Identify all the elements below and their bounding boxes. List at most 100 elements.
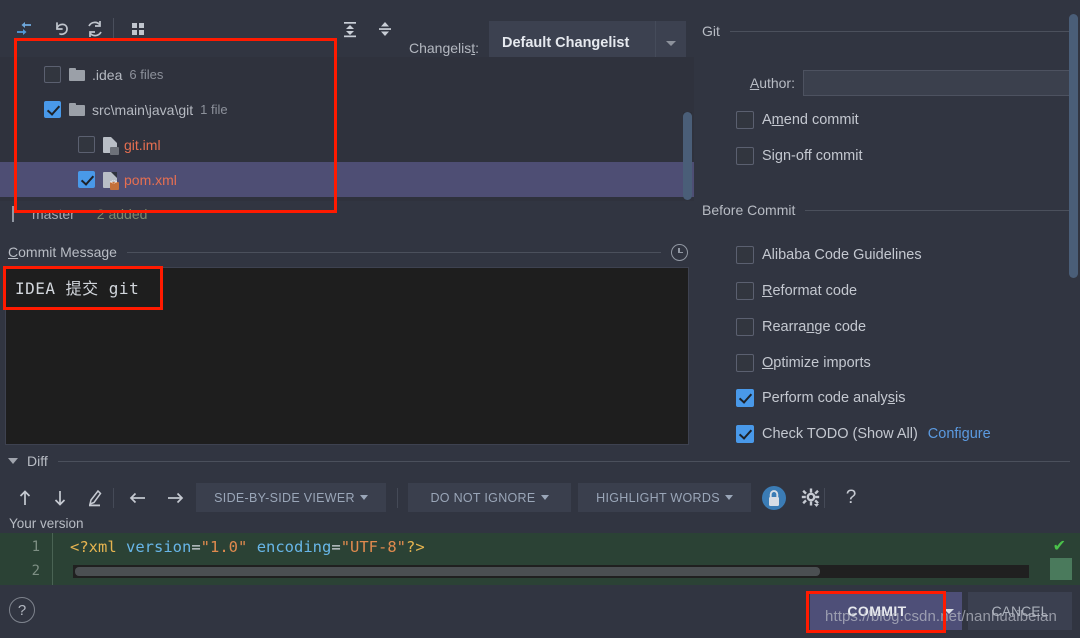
xml-file-icon: [103, 171, 119, 190]
configure-link[interactable]: Configure: [928, 426, 991, 442]
checkbox-sign-off-commit[interactable]: Sign-off commit: [694, 143, 1080, 169]
commit-options-panel: Git Author: Amend commit Sign-off commit…: [694, 0, 1080, 452]
line-number: 2: [31, 563, 40, 579]
divider: [126, 251, 661, 253]
file-name: pom.xml: [124, 171, 177, 188]
checkbox-perform-code-analysis[interactable]: Perform code analysis: [694, 385, 1080, 411]
chevron-down-icon: [359, 495, 368, 500]
diff-section-header: Diff: [8, 452, 1070, 470]
viewer-mode-dropdown[interactable]: SIDE-BY-SIDE VIEWER: [196, 483, 386, 512]
lock-icon[interactable]: [759, 481, 789, 515]
file-name: git.iml: [124, 136, 161, 153]
editor-marker-gutter: [1072, 533, 1080, 585]
code-token-eq: =: [191, 538, 201, 556]
undo-icon[interactable]: [48, 14, 76, 44]
table-row[interactable]: .idea 6 files: [0, 57, 694, 92]
rollback-icon[interactable]: [10, 14, 38, 44]
your-version-label: Your version: [9, 516, 84, 531]
amend-commit-checkbox[interactable]: [736, 111, 754, 129]
checkbox-amend-commit[interactable]: Amend commit: [694, 107, 1080, 133]
rearrange-code-checkbox[interactable]: [736, 318, 754, 336]
row-checkbox[interactable]: [78, 136, 95, 153]
commit-message-title: Commit Message: [8, 244, 117, 260]
editor-hscrollbar-thumb[interactable]: [75, 567, 820, 576]
editor-hscrollbar-track[interactable]: [73, 565, 1029, 578]
checkbox-optimize-imports[interactable]: Optimize imports: [694, 350, 1080, 376]
checkbox-rearrange-code[interactable]: Rearrange code: [694, 314, 1080, 340]
toolbar-divider: [824, 488, 825, 508]
commit-message-value: IDEA 提交 git: [15, 279, 140, 298]
ignore-mode-dropdown[interactable]: DO NOT IGNORE: [408, 483, 571, 512]
line-number: 1: [31, 539, 40, 555]
chevron-down-icon: [724, 495, 733, 500]
row-checkbox[interactable]: [78, 171, 95, 188]
commit-message-header: Commit Message: [8, 243, 688, 261]
row-checkbox[interactable]: [44, 66, 61, 83]
ignore-mode-label: DO NOT IGNORE: [430, 490, 536, 505]
alibaba-code-guidelines-label: Alibaba Code Guidelines: [762, 247, 922, 263]
code-line: <?xml version="1.0" encoding="UTF-8"?>: [70, 538, 425, 556]
gear-icon[interactable]: [796, 481, 826, 515]
toolbar-divider: [113, 488, 114, 508]
divider: [729, 30, 1072, 32]
refresh-icon[interactable]: [81, 14, 109, 44]
branch-icon: [10, 206, 24, 222]
code-token-attr: encoding: [256, 538, 332, 556]
code-token-value: "UTF-8": [340, 538, 407, 556]
author-field[interactable]: [803, 70, 1075, 96]
accept-left-icon[interactable]: [123, 481, 153, 515]
next-difference-icon[interactable]: [45, 481, 75, 515]
accept-right-icon[interactable]: [160, 481, 190, 515]
file-count: 1 file: [200, 102, 228, 117]
collapse-all-icon[interactable]: [371, 14, 399, 44]
chevron-down-icon: [540, 495, 549, 500]
git-group-title: Git: [702, 23, 720, 39]
code-token-attr: version: [126, 538, 192, 556]
edit-source-icon[interactable]: [79, 481, 109, 515]
highlight-mode-dropdown[interactable]: HIGHLIGHT WORDS: [578, 483, 751, 512]
chevron-down-icon[interactable]: [8, 458, 18, 464]
file-name: src\main\java\git: [92, 101, 194, 118]
commit-message-input[interactable]: IDEA 提交 git: [5, 267, 689, 445]
reformat-code-checkbox[interactable]: [736, 282, 754, 300]
check-todo-checkbox[interactable]: [736, 425, 754, 443]
folder-icon: [69, 103, 85, 116]
perform-code-analysis-label: Perform code analysis: [762, 390, 906, 406]
check-todo-label: Check TODO (Show All): [762, 426, 918, 442]
tree-scrollbar-thumb[interactable]: [683, 112, 692, 200]
options-scrollbar-thumb[interactable]: [1069, 14, 1078, 278]
folder-icon: [69, 68, 85, 81]
checkbox-reformat-code[interactable]: Reformat code: [694, 278, 1080, 304]
checkbox-alibaba-code-guidelines[interactable]: Alibaba Code Guidelines: [694, 242, 1080, 268]
help-button[interactable]: ?: [9, 597, 35, 623]
code-token-tag: ?>: [406, 538, 425, 556]
table-row[interactable]: src\main\java\git 1 file: [0, 92, 694, 127]
history-clock-icon[interactable]: [671, 243, 688, 261]
perform-code-analysis-checkbox[interactable]: [736, 389, 754, 407]
optimize-imports-label: Optimize imports: [762, 355, 871, 371]
before-commit-group-title: Before Commit: [702, 202, 796, 218]
changes-toolbar: Changelist: Default Changelist: [0, 14, 694, 65]
question-mark-icon[interactable]: ?: [836, 481, 866, 515]
diff-section-title: Diff: [27, 453, 48, 469]
diff-toolbar: SIDE-BY-SIDE VIEWER DO NOT IGNORE HIGHLI…: [0, 481, 1080, 515]
expand-all-icon[interactable]: [336, 14, 364, 44]
group-by-icon[interactable]: [124, 14, 152, 44]
table-row[interactable]: pom.xml: [0, 162, 694, 197]
alibaba-code-guidelines-checkbox[interactable]: [736, 246, 754, 264]
watermark-text: https://blog.csdn.net/nanhuaibeian: [825, 608, 1057, 625]
table-row[interactable]: git.iml: [0, 127, 694, 162]
code-token-value: "1.0": [200, 538, 248, 556]
file-name: .idea: [92, 66, 123, 83]
optimize-imports-checkbox[interactable]: [736, 354, 754, 372]
iml-file-icon: [103, 136, 119, 155]
sign-off-commit-checkbox[interactable]: [736, 147, 754, 165]
row-checkbox[interactable]: [44, 101, 61, 118]
changed-files-tree[interactable]: .idea 6 files src\main\java\git 1 file g…: [0, 57, 694, 201]
changelist-selected-value: Default Changelist: [502, 35, 630, 51]
rearrange-code-label: Rearrange code: [762, 319, 867, 335]
checkbox-check-todo[interactable]: Check TODO (Show All) Configure: [694, 421, 1080, 447]
previous-difference-icon[interactable]: [10, 481, 40, 515]
before-commit-group-header: Before Commit: [702, 201, 1072, 219]
